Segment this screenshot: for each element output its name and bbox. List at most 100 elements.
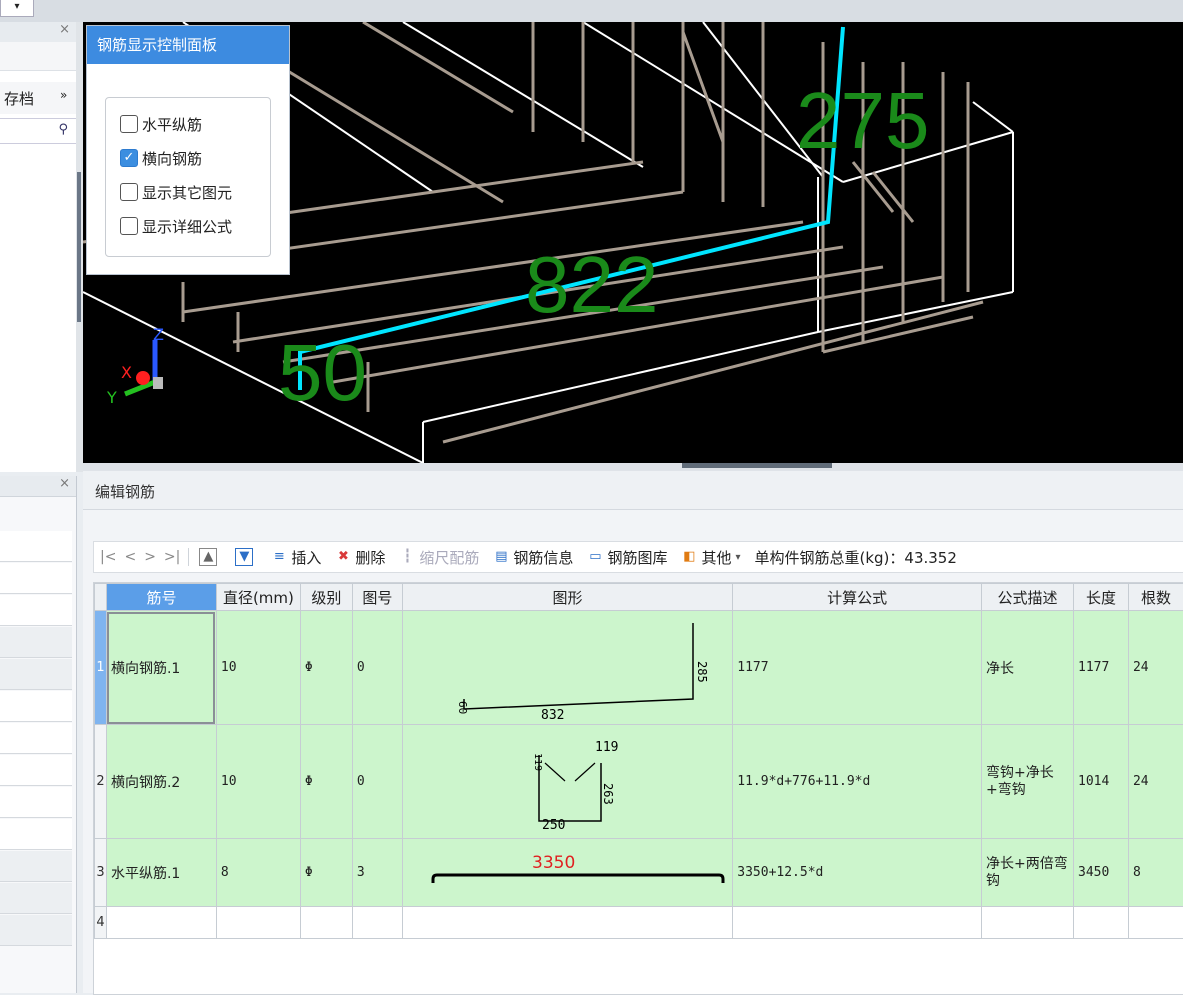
row-number[interactable]: 1	[95, 611, 107, 725]
close-icon[interactable]: ×	[59, 476, 70, 491]
prev-record-button[interactable]: <	[124, 549, 136, 565]
cell-bar-name[interactable]: 水平纵筋.1	[106, 839, 216, 907]
cell-formula[interactable]: 11.9*d+776+11.9*d	[733, 725, 982, 839]
cell-formula-desc[interactable]: 净长	[982, 611, 1074, 725]
cell-count[interactable]: 24	[1128, 611, 1183, 725]
cell-count[interactable]: 8	[1128, 839, 1183, 907]
option-horizontal-rebar[interactable]: 水平纵筋	[120, 112, 202, 136]
insert-button[interactable]: ≡插入	[271, 547, 321, 568]
cell-length[interactable]: 3450	[1074, 839, 1129, 907]
column-header[interactable]: 图号	[352, 584, 402, 611]
cell-diameter[interactable]	[216, 907, 300, 939]
column-header[interactable]: 图形	[402, 584, 732, 611]
cell-length[interactable]	[1074, 907, 1129, 939]
option-show-other-elements[interactable]: 显示其它图元	[120, 180, 232, 204]
splitter-grip[interactable]	[682, 463, 832, 468]
list-item[interactable]	[0, 755, 72, 786]
move-up-button[interactable]: ▲	[199, 548, 221, 566]
checkbox[interactable]	[120, 115, 138, 133]
option-transverse-rebar[interactable]: ✓ 横向钢筋	[120, 146, 202, 170]
left-panel-top: × 存档 » ⚲	[0, 22, 77, 472]
first-record-button[interactable]: |<	[100, 549, 116, 565]
cell-length[interactable]: 1177	[1074, 611, 1129, 725]
last-record-button[interactable]: >|	[164, 549, 180, 565]
dimension-label: 275	[796, 76, 929, 165]
list-item[interactable]	[0, 723, 72, 754]
list-item[interactable]	[0, 915, 72, 946]
list-item[interactable]	[0, 851, 72, 882]
cell-formula[interactable]: 3350+12.5*d	[733, 839, 982, 907]
next-record-button[interactable]: >	[144, 549, 156, 565]
cell-formula-desc[interactable]	[982, 907, 1074, 939]
delete-button[interactable]: ✖删除	[335, 547, 385, 568]
cell-grade[interactable]: Φ	[300, 725, 352, 839]
cell-diameter[interactable]: 10	[216, 611, 300, 725]
cell-figure-no[interactable]: 0	[352, 611, 402, 725]
checkbox[interactable]	[120, 217, 138, 235]
cell-figure-no[interactable]: 3	[352, 839, 402, 907]
cell-bar-name[interactable]: 横向钢筋.1	[106, 611, 216, 725]
list-item[interactable]	[0, 883, 72, 914]
checkbox-checked[interactable]: ✓	[120, 149, 138, 167]
double-chevron-right-icon[interactable]: »	[60, 88, 67, 102]
ruler-icon: ┇	[399, 549, 415, 565]
splitter-grip[interactable]	[77, 172, 81, 322]
table-row[interactable]: 3 水平纵筋.1 8 Φ 3 3350 3350+12.5*d 净长+两倍弯钩 …	[95, 839, 1183, 907]
list-item[interactable]	[0, 691, 72, 722]
cell-diameter[interactable]: 8	[216, 839, 300, 907]
column-header[interactable]: 公式描述	[982, 584, 1074, 611]
cell-shape[interactable]: 3350	[402, 839, 732, 907]
rebar-library-button[interactable]: ▭钢筋图库	[587, 547, 667, 568]
cell-diameter[interactable]: 10	[216, 725, 300, 839]
list-item[interactable]	[0, 819, 72, 850]
cell-shape[interactable]: 119 263 250 119	[402, 725, 732, 839]
cell-length[interactable]: 1014	[1074, 725, 1129, 839]
list-item[interactable]	[0, 787, 72, 818]
cell-bar-name[interactable]	[106, 907, 216, 939]
table-row[interactable]: 1 横向钢筋.1 10 Φ 0 285 832 60 1177 净长 1177 …	[95, 611, 1183, 725]
rebar-info-button[interactable]: ▤钢筋信息	[493, 547, 573, 568]
other-dropdown-button[interactable]: ◧其他▾	[681, 547, 740, 568]
table-row[interactable]: 2 横向钢筋.2 10 Φ 0 119 263 250 119 1	[95, 725, 1183, 839]
row-number[interactable]: 2	[95, 725, 107, 839]
list-item[interactable]	[0, 531, 72, 562]
cell-formula[interactable]: 1177	[733, 611, 982, 725]
cell-formula[interactable]	[733, 907, 982, 939]
close-icon[interactable]: ×	[59, 22, 70, 37]
column-header[interactable]: 筋号	[106, 584, 216, 611]
cell-shape[interactable]: 285 832 60	[402, 611, 732, 725]
row-number[interactable]: 3	[95, 839, 107, 907]
list-item[interactable]	[0, 659, 72, 690]
scale-rebar-button[interactable]: ┇缩尺配筋	[399, 547, 479, 568]
cell-figure-no[interactable]: 0	[352, 725, 402, 839]
cell-count[interactable]: 24	[1128, 725, 1183, 839]
row-number[interactable]: 4	[95, 907, 107, 939]
archive-button[interactable]: 存档	[4, 88, 34, 109]
option-show-detailed-formula[interactable]: 显示详细公式	[120, 214, 232, 238]
cell-grade[interactable]	[300, 907, 352, 939]
column-header[interactable]: 直径(mm)	[216, 584, 300, 611]
list-item[interactable]	[0, 595, 72, 626]
cell-formula-desc[interactable]: 弯钩+净长+弯钩	[982, 725, 1074, 839]
chevron-down-icon[interactable]: ▾	[0, 0, 34, 17]
vertical-splitter[interactable]	[76, 22, 83, 472]
cell-count[interactable]	[1128, 907, 1183, 939]
cell-shape[interactable]	[402, 907, 732, 939]
list-item[interactable]	[0, 563, 72, 594]
checkbox[interactable]	[120, 183, 138, 201]
cell-bar-name[interactable]: 横向钢筋.2	[106, 725, 216, 839]
move-down-button[interactable]: ▼	[235, 548, 257, 566]
cell-figure-no[interactable]	[352, 907, 402, 939]
cell-formula-desc[interactable]: 净长+两倍弯钩	[982, 839, 1074, 907]
table-row[interactable]: 4	[95, 907, 1183, 939]
column-header[interactable]: 计算公式	[733, 584, 982, 611]
cell-grade[interactable]: Φ	[300, 839, 352, 907]
horizontal-splitter[interactable]	[83, 463, 1183, 471]
search-icon[interactable]: ⚲	[58, 122, 68, 137]
cell-grade[interactable]: Φ	[300, 611, 352, 725]
column-header[interactable]: 根数	[1128, 584, 1183, 611]
column-header[interactable]: 级别	[300, 584, 352, 611]
column-header[interactable]: 长度	[1074, 584, 1129, 611]
search-input[interactable]: ⚲	[0, 118, 76, 144]
list-item[interactable]	[0, 627, 72, 658]
